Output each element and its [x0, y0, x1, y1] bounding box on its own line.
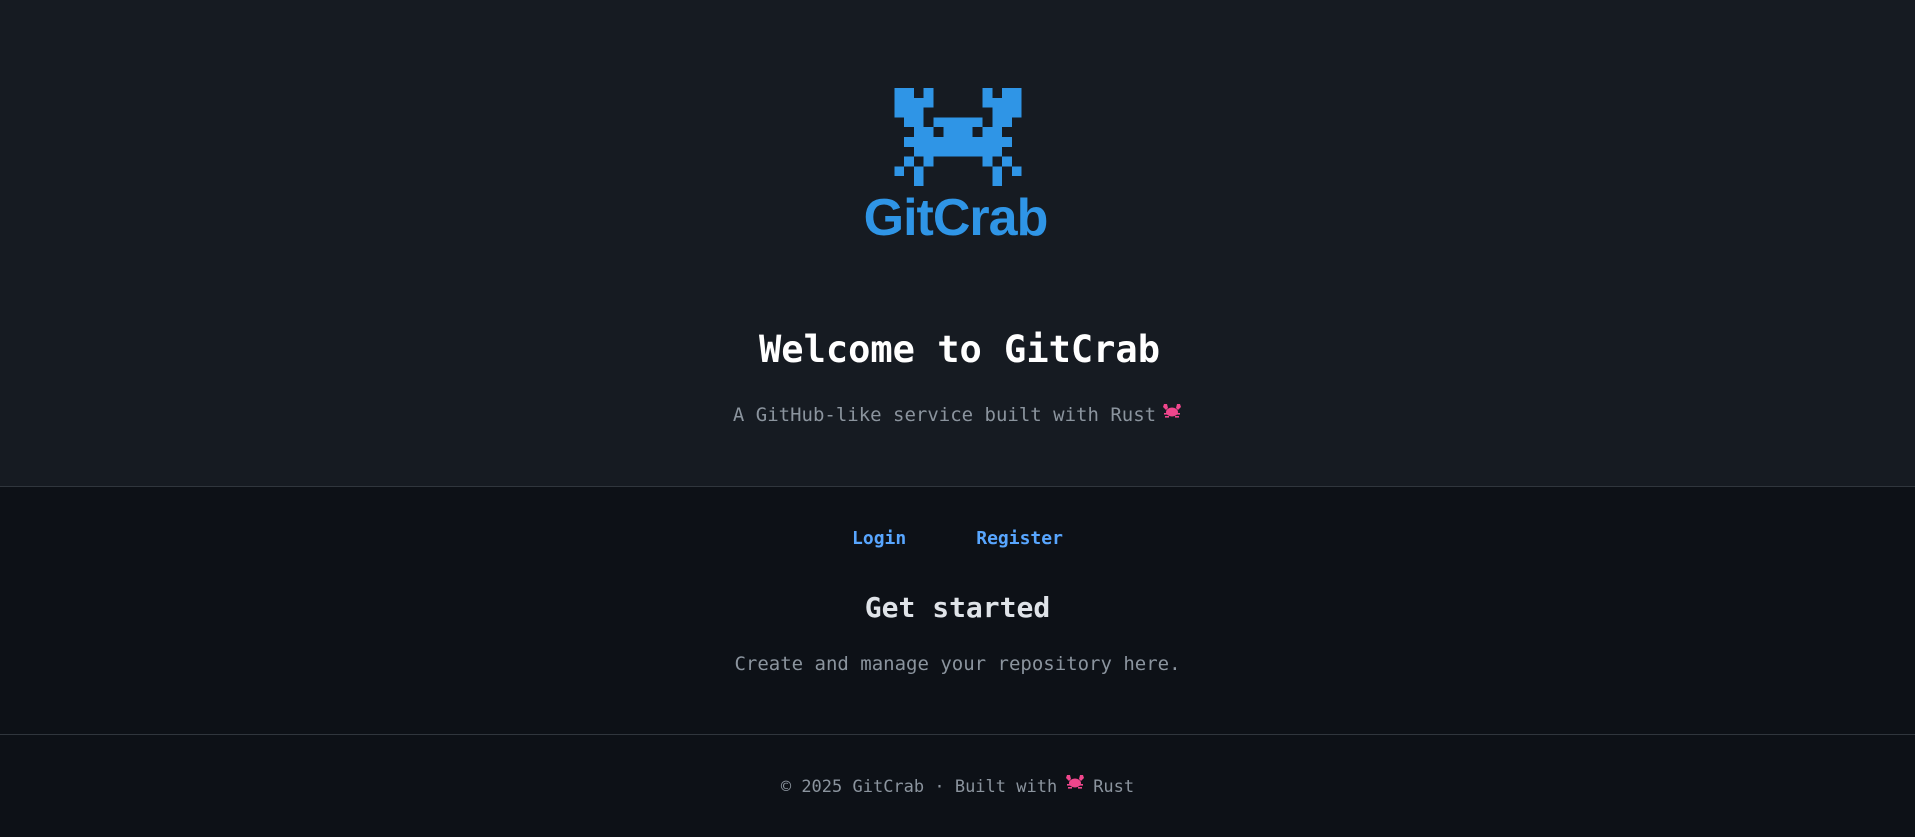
- get-started-heading: Get started: [864, 591, 1051, 624]
- footer-text: © 2025 GitCrab · Built with Rust: [0, 775, 1915, 799]
- register-link[interactable]: Register: [976, 527, 1063, 551]
- tagline-text: A GitHub-like service built with Rust: [732, 404, 1157, 426]
- login-link[interactable]: Login: [852, 527, 906, 551]
- main-section: Login Register Get started Create and ma…: [0, 487, 1915, 735]
- logo: GitCrab: [0, 88, 1915, 244]
- crab-icon: [893, 88, 1022, 186]
- page-title: Welcome to GitCrab: [759, 328, 1160, 371]
- footer-rust: Rust: [1093, 777, 1135, 797]
- hero-section: GitCrab Welcome to GitCrab A GitHub-like…: [0, 0, 1915, 487]
- footer: © 2025 GitCrab · Built with Rust: [0, 735, 1915, 837]
- logo-text: GitCrab: [863, 189, 1049, 247]
- crab-emoji-icon: [1162, 401, 1182, 427]
- tagline: A GitHub-like service built with Rust: [0, 402, 1915, 428]
- get-started-text: Create and manage your repository here.: [734, 653, 1181, 675]
- auth-nav: Login Register: [0, 527, 1915, 551]
- footer-copyright: © 2025 GitCrab · Built with: [780, 777, 1058, 797]
- crab-emoji-icon: [1065, 773, 1085, 798]
